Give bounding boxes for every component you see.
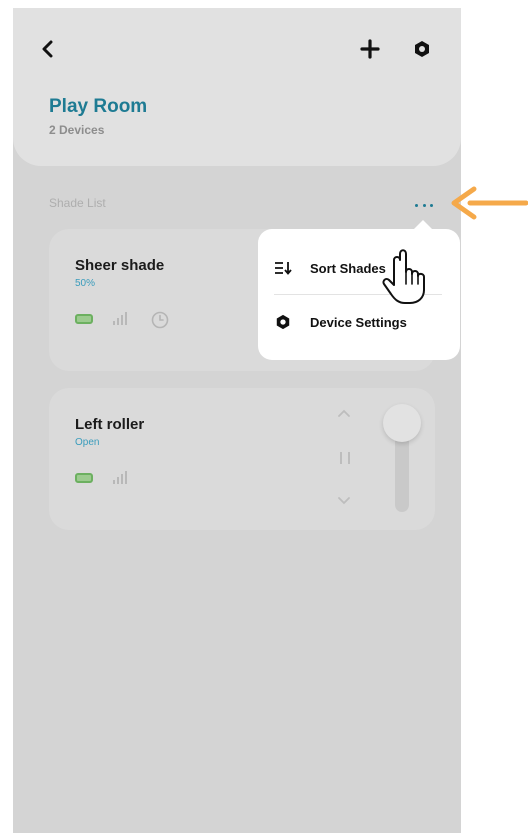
battery-icon	[75, 473, 93, 483]
position-slider-thumb[interactable]	[383, 404, 421, 442]
shade-card-left-roller[interactable]: Left roller Open	[49, 388, 435, 530]
annotation-arrow-icon	[451, 186, 528, 220]
more-options-button[interactable]	[415, 200, 433, 210]
signal-icon	[113, 470, 129, 484]
shade-name: Sheer shade	[75, 257, 165, 274]
shade-status: Open	[75, 437, 100, 448]
shade-status: 50%	[75, 278, 96, 289]
chevron-down-icon[interactable]	[337, 496, 351, 506]
room-header: Play Room 2 Devices	[13, 8, 461, 166]
battery-icon	[75, 314, 93, 324]
room-settings-button[interactable]	[411, 38, 433, 60]
app-screen: Play Room 2 Devices Shade List Sheer sha…	[13, 8, 461, 833]
chevron-left-icon	[42, 40, 53, 58]
sort-icon	[274, 259, 292, 277]
hexagon-settings-icon	[415, 41, 429, 57]
shade-list-label: Shade List	[49, 196, 106, 210]
shade-name: Left roller	[75, 416, 145, 433]
device-settings-label: Device Settings	[310, 314, 407, 330]
sort-shades-label: Sort Shades	[310, 260, 386, 276]
ellipsis-icon	[415, 203, 418, 207]
add-device-button[interactable]	[357, 36, 383, 62]
plus-icon	[360, 39, 380, 59]
chevron-up-icon[interactable]	[337, 408, 351, 418]
hexagon-settings-icon	[274, 313, 292, 331]
pointer-hand-icon	[382, 249, 425, 304]
room-title: Play Room	[49, 96, 148, 117]
device-settings-menu-item[interactable]: Device Settings	[274, 307, 444, 337]
back-button[interactable]	[37, 38, 59, 60]
clock-icon[interactable]	[151, 311, 169, 329]
signal-icon	[113, 311, 129, 325]
pause-icon[interactable]	[340, 452, 350, 464]
device-count: 2 Devices	[49, 123, 105, 137]
